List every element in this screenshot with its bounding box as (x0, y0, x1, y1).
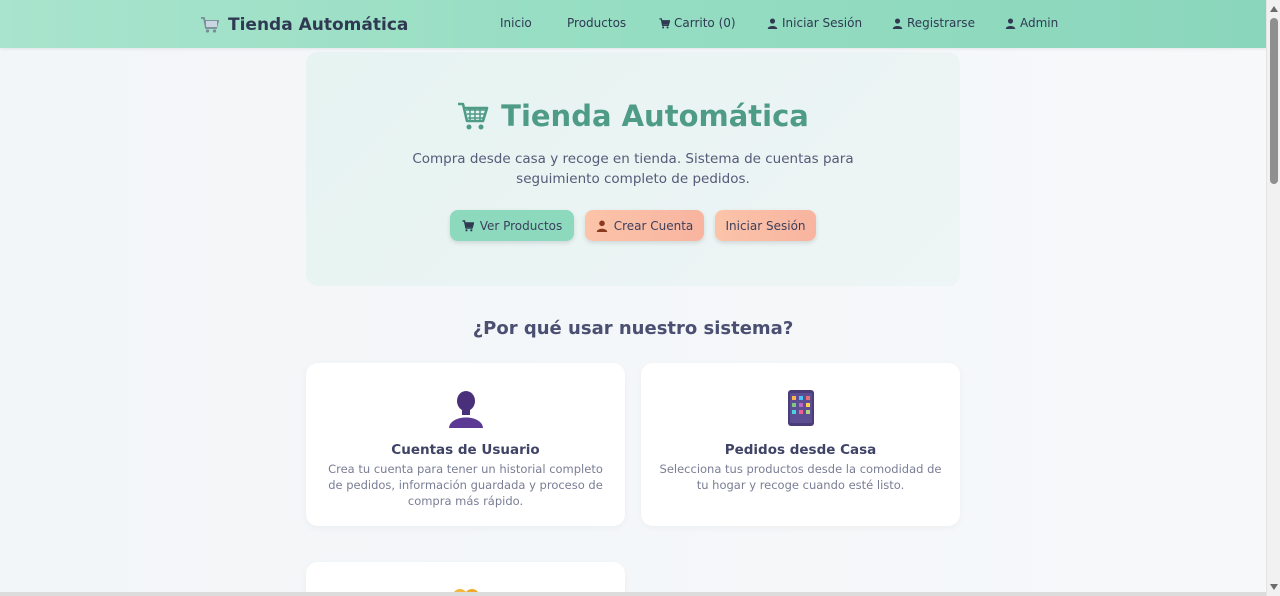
nav-link-label: Admin (1020, 16, 1059, 30)
nav-link-label: Iniciar Sesión (782, 16, 863, 30)
user-icon (892, 17, 903, 29)
button-label: Crear Cuenta (613, 218, 694, 233)
feature-card: Cuentas de Usuario Crea tu cuenta para t… (306, 363, 625, 526)
cart-icon (462, 219, 474, 231)
feature-card: Pedidos desde Casa Selecciona tus produc… (641, 363, 960, 526)
scroll-down-arrow-icon[interactable] (1270, 584, 1278, 590)
nav-link-productos[interactable]: Productos (567, 16, 626, 30)
mobile-phone-icon (787, 390, 814, 426)
nav-link-inicio[interactable]: Inicio (500, 16, 532, 30)
vertical-scrollbar[interactable] (1266, 0, 1280, 596)
nav-link-registrarse[interactable]: Registrarse (892, 16, 975, 30)
user-silhouette-icon (448, 391, 483, 428)
nav-link-label: Carrito (0) (674, 16, 736, 30)
feature-card (306, 562, 625, 596)
cart-icon (458, 102, 489, 130)
nav-link-carrito[interactable]: Carrito (0) (659, 16, 736, 30)
nav-link-label: Inicio (500, 16, 532, 30)
nav-link-iniciar-sesion[interactable]: Iniciar Sesión (767, 16, 862, 30)
button-label: Ver Productos (479, 218, 563, 233)
user-icon (767, 17, 778, 29)
ver-productos-button[interactable]: Ver Productos (450, 210, 574, 241)
iniciar-sesion-button[interactable]: Iniciar Sesión (715, 210, 816, 241)
nav-link-label: Productos (567, 16, 627, 30)
crear-cuenta-button[interactable]: Crear Cuenta (585, 210, 704, 241)
user-icon (1005, 17, 1016, 29)
navbar: Tienda Automática Inicio Productos Carri… (0, 0, 1266, 48)
scroll-up-arrow-icon[interactable] (1270, 6, 1278, 12)
button-label: Iniciar Sesión (725, 218, 806, 233)
hero-section: Tienda Automática Compra desde casa y re… (306, 52, 960, 286)
hero-title-text: Tienda Automática (501, 99, 809, 133)
feature-card-title: Cuentas de Usuario (391, 442, 540, 458)
scrollbar-thumb[interactable] (1270, 18, 1278, 184)
nav-links: Inicio Productos Carrito (0) Iniciar Ses… (0, 0, 1266, 48)
feature-card-text: Selecciona tus productos desde la comodi… (659, 462, 942, 492)
window-bottom-edge (0, 592, 1266, 596)
nav-link-admin[interactable]: Admin (1005, 16, 1058, 30)
nav-link-label: Registrarse (907, 16, 975, 30)
hero-subtitle: Compra desde casa y recoge en tienda. Si… (412, 151, 854, 187)
feature-card-text: Crea tu cuenta para tener un historial c… (328, 462, 603, 508)
cart-icon (659, 17, 670, 28)
user-icon (596, 220, 607, 232)
feature-card-title: Pedidos desde Casa (724, 442, 877, 458)
features-title: ¿Por qué usar nuestro sistema? (472, 318, 794, 339)
hero-title: Tienda Automática (306, 98, 960, 134)
